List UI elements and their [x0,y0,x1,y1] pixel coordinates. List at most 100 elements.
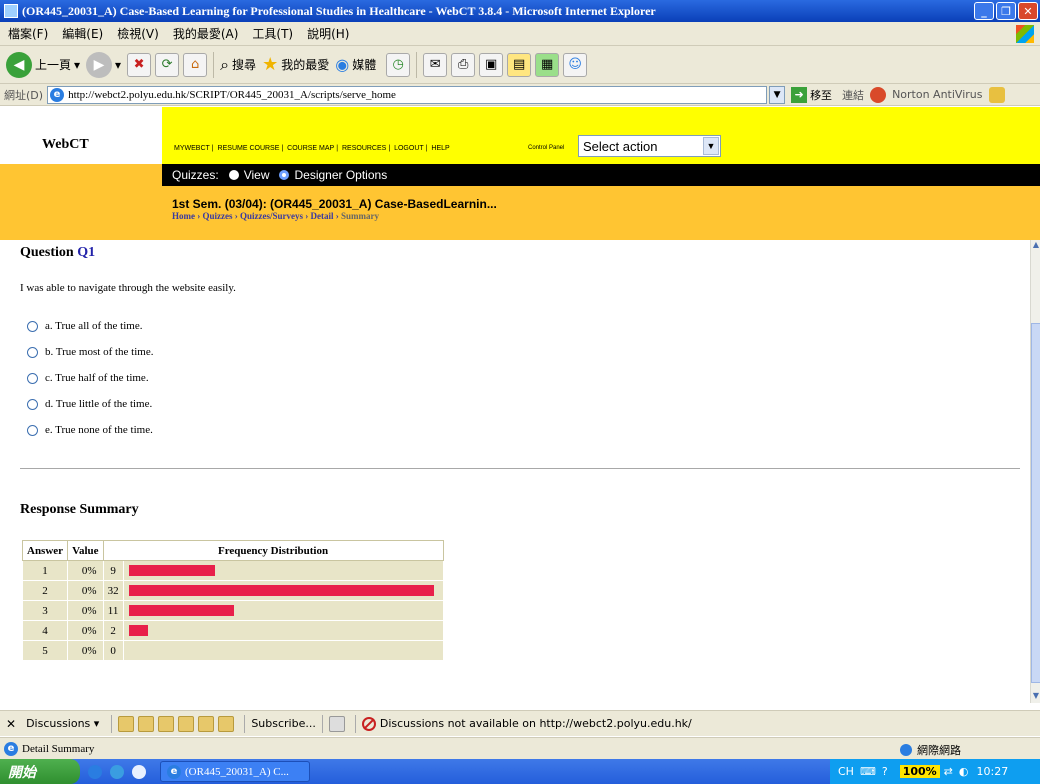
breadcrumb-home[interactable]: Home [172,211,195,221]
quicklaunch-ie2-icon[interactable] [110,764,124,779]
history-button[interactable]: ◷ [386,52,411,77]
close-window-button[interactable]: ✕ [1018,2,1038,20]
zoom-badge[interactable]: 100% [899,765,940,778]
discussions-menu-button[interactable]: Discussions ▾ [26,717,99,730]
taskbar-window-button[interactable]: e (OR445_20031_A) C... [160,761,310,782]
scrollbar-thumb[interactable] [1031,323,1040,683]
edit-button[interactable]: ▣ [479,52,504,77]
scroll-down-icon[interactable]: ▼ [1031,691,1040,703]
new-discussion-icon[interactable] [118,715,135,732]
keyboard-icon[interactable]: ⌨ [860,765,876,778]
discuss-button[interactable]: ▤ [507,52,532,77]
nav-logout[interactable]: LOGOUT [394,145,424,152]
view-radio[interactable] [228,170,239,180]
contacts-button[interactable]: ☺ [563,52,588,77]
browser-toolbar: ◀ 上一頁 ▾ ▶ ▾ ✖ ⟳ ⌂ ⌕ 搜尋 ★ 我的最愛 ◉ 媒體 ◷ ✉ ⎙… [0,46,1040,84]
designer-options-radio[interactable] [279,170,290,180]
subscribe-button[interactable]: Subscribe... [251,717,316,730]
input-language[interactable]: CH [838,765,854,778]
menu-file[interactable]: 檔案(F) [8,25,48,42]
ie-window-icon[interactable] [4,4,18,18]
minimize-button[interactable]: _ [974,2,994,20]
menu-edit[interactable]: 編輯(E) [62,25,103,42]
start-button[interactable]: 開始 [0,759,80,784]
network-icon[interactable]: ⇄ [944,765,953,778]
menu-tools[interactable]: 工具(T) [252,25,293,42]
quicklaunch-ie-icon[interactable] [88,764,102,779]
value-cell: 0% [67,620,104,641]
expand-discussion-icon[interactable] [158,715,175,732]
back-dropdown-icon[interactable]: ▾ [74,58,80,72]
control-panel-label[interactable]: Control Panel [528,145,564,151]
quicklaunch-media-icon[interactable] [132,764,146,779]
count-cell: 32 [102,580,124,601]
print-button[interactable]: ⎙ [451,52,476,77]
back-button[interactable]: ◀ 上一頁 ▾ [6,51,80,78]
norton-antivirus-button[interactable]: Norton AntiVirus [892,88,982,101]
home-button[interactable]: ⌂ [183,52,208,77]
not-available-icon [361,716,376,731]
nav-mywebct[interactable]: MYWEBCT [174,145,210,152]
view-radio-label[interactable]: View [244,168,270,182]
breadcrumb-detail[interactable]: Detail [311,211,334,221]
option-e[interactable]: e. True none of the time. [27,424,153,436]
security-zone[interactable]: 網際網路 [900,742,961,758]
webct-logo[interactable]: WebCT [0,107,162,164]
option-b-radio[interactable] [27,346,38,358]
nav-resources[interactable]: RESOURCES [342,145,386,152]
links-button[interactable]: 連結 [842,87,864,103]
chevron-down-icon[interactable]: ▼ [703,137,719,155]
mail-button[interactable]: ✉ [423,52,448,77]
go-button[interactable]: ➜ 移至 [791,86,832,103]
stop-button[interactable]: ✖ [127,52,152,77]
option-d[interactable]: d. True little of the time. [27,398,152,410]
volume-icon[interactable]: ◐ [959,765,969,778]
menu-view[interactable]: 檢視(V) [117,25,159,42]
scroll-up-icon[interactable]: ▲ [1031,240,1040,252]
option-a-radio[interactable] [27,320,38,332]
maximize-button[interactable]: ❐ [996,2,1016,20]
address-url: http://webct2.polyu.edu.hk/SCRIPT/OR445_… [68,88,396,101]
print-discussion-icon[interactable] [198,715,215,732]
toolbar-separator [213,51,215,78]
norton-settings-icon[interactable] [988,86,1005,103]
window-titlebar[interactable]: (OR445_20031_A) Case-Based Learning for … [0,0,1040,22]
refresh-button[interactable]: ⟳ [155,52,180,77]
answer-cell: 5 [21,640,69,661]
breadcrumb-quizzes[interactable]: Quizzes [203,211,233,221]
search-button[interactable]: ⌕ 搜尋 [220,55,256,75]
favorites-button[interactable]: ★ 我的最愛 [262,54,329,75]
forward-button[interactable]: ▶ ▾ [86,51,121,78]
breadcrumb-quizzes-surveys[interactable]: Quizzes/Surveys [240,211,303,221]
option-e-radio[interactable] [27,424,38,436]
option-a[interactable]: a. True all of the time. [27,320,142,332]
option-b[interactable]: b. True most of the time. [27,346,153,358]
page-status-icon: e [4,741,18,756]
menu-help[interactable]: 說明(H) [307,25,349,42]
address-dropdown-icon[interactable]: ▼ [769,85,786,104]
reply-discussion-icon[interactable] [138,715,155,732]
nav-resume-course[interactable]: RESUME COURSE [218,145,280,152]
close-discussions-icon[interactable]: ✕ [6,717,16,731]
norton-icon[interactable] [870,86,887,103]
designer-options-label[interactable]: Designer Options [294,168,387,182]
discussions-pane-icon[interactable] [328,715,345,732]
messenger-button[interactable]: ▦ [535,52,560,77]
media-button[interactable]: ◉ 媒體 [335,55,376,74]
vertical-scrollbar[interactable]: ▲ ▼ [1030,240,1040,703]
option-d-radio[interactable] [27,398,38,410]
address-input[interactable]: e http://webct2.polyu.edu.hk/SCRIPT/OR44… [47,85,768,104]
collapse-discussion-icon[interactable] [178,715,195,732]
close-discussion-icon[interactable] [218,715,235,732]
menu-favorites[interactable]: 我的最愛(A) [173,25,239,42]
action-select[interactable]: Select action ▼ [578,135,721,157]
help-icon[interactable]: ? [882,765,888,778]
column-header-answer: Answer [21,540,69,561]
option-c[interactable]: c. True half of the time. [27,372,149,384]
option-c-radio[interactable] [27,372,38,384]
nav-help[interactable]: HELP [431,145,449,152]
bar-cell [122,560,444,581]
forward-dropdown-icon[interactable]: ▾ [115,58,121,72]
nav-course-map[interactable]: COURSE MAP [287,145,334,152]
question-number-link[interactable]: Q1 [77,245,95,260]
